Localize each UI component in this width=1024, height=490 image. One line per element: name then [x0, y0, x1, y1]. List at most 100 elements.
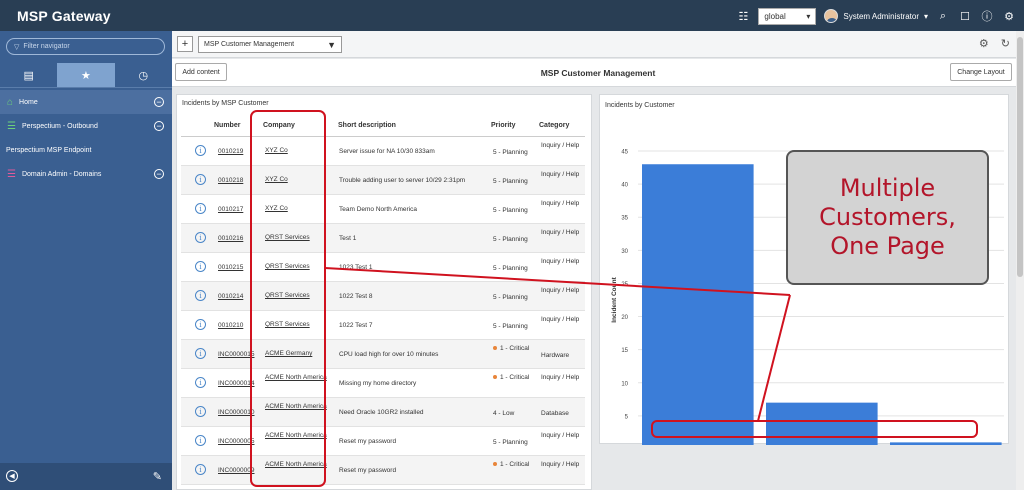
sidebar: ▽ Filter navigator ▤ ★ ◷ ⌂ Home − ☰ Pers…	[0, 31, 172, 490]
table-row[interactable]: i 0010219 XYZ Co Server issue for NA 10/30 …	[181, 137, 585, 166]
company-link[interactable]: XYZ Co	[265, 204, 327, 214]
domain-tree-icon[interactable]: ☷	[736, 9, 750, 23]
priority-text: 5 - Planning	[493, 439, 528, 446]
column-header-category[interactable]: Category	[539, 122, 569, 129]
table-row[interactable]: i INC0000015 ACME Germany CPU load high for…	[181, 340, 585, 369]
info-icon[interactable]: i	[195, 203, 206, 214]
sidebar-item-perspectium-outbound[interactable]: ☰ Perspectium - Outbound −	[0, 114, 172, 138]
search-icon[interactable]: ⌕	[936, 9, 950, 23]
table-row[interactable]: i INC0000009 ACME North America Reset my pa…	[181, 456, 585, 485]
sidebar-item-home[interactable]: ⌂ Home −	[0, 90, 172, 114]
info-icon[interactable]: i	[195, 348, 206, 359]
header-controls: ☷ global ▾ System Administrator ▾ ⌕ ☐ ⓘ …	[736, 6, 1016, 26]
incidents-widget: Incidents by MSP Customer Number Company…	[176, 94, 592, 490]
collapse-sidebar-icon[interactable]: ◀	[6, 470, 18, 482]
company-link[interactable]: ACME North America	[265, 460, 327, 470]
info-icon[interactable]: i	[195, 174, 206, 185]
column-header-company[interactable]: Company	[263, 122, 295, 129]
y-axis-label: Incident Count	[611, 276, 618, 322]
priority: 5 - Planning	[493, 293, 537, 303]
category: Inquiry / Help	[541, 287, 580, 294]
add-dashboard-button[interactable]: +	[177, 36, 193, 52]
chevron-down-icon: ▾	[806, 11, 811, 21]
table-row[interactable]: i INC0000014 ACME North America Missing my …	[181, 369, 585, 398]
incident-number-link[interactable]: INC0000010	[218, 409, 255, 416]
column-header-short-description[interactable]: Short description	[338, 122, 396, 129]
info-icon[interactable]: i	[195, 261, 206, 272]
chevron-down-icon: ▾	[923, 11, 928, 21]
incident-number-link[interactable]: INC0000005	[218, 438, 255, 445]
info-icon[interactable]: i	[195, 464, 206, 475]
short-description: 1022 Test 8	[339, 293, 373, 300]
category: Inquiry / Help	[541, 171, 580, 178]
scrollbar-thumb[interactable]	[1017, 37, 1023, 277]
tab-favorites[interactable]: ★	[57, 63, 115, 88]
short-description: CPU load high for over 10 minutes	[339, 351, 439, 358]
company-link[interactable]: QRST Services	[265, 291, 327, 301]
help-icon[interactable]: ⓘ	[980, 9, 994, 23]
remove-favorite-icon[interactable]: −	[154, 97, 164, 107]
filter-placeholder: Filter navigator	[23, 43, 70, 50]
avatar	[824, 9, 839, 23]
incident-number-link[interactable]: 0010214	[218, 293, 243, 300]
remove-favorite-icon[interactable]: −	[154, 121, 164, 131]
dashboard-select[interactable]: MSP Customer Management ▼	[198, 36, 342, 53]
info-icon[interactable]: i	[195, 290, 206, 301]
company-link[interactable]: XYZ Co	[265, 146, 327, 156]
sidebar-item-domain-admin[interactable]: ☰ Domain Admin - Domains −	[0, 162, 172, 186]
table-row[interactable]: i INC0000005 ACME North America Reset my pa…	[181, 427, 585, 456]
info-icon[interactable]: i	[195, 232, 206, 243]
user-menu[interactable]: System Administrator ▾	[824, 9, 928, 23]
table-row[interactable]: i 0010215 QRST Services 1023 Test 1 5 - Plan…	[181, 253, 585, 282]
incident-number-link[interactable]: INC0000015	[218, 351, 255, 358]
y-tick-label: 30	[621, 249, 628, 255]
table-row[interactable]: i 0010218 XYZ Co Trouble adding user to ser…	[181, 166, 585, 195]
incident-number-link[interactable]: 0010219	[218, 148, 243, 155]
company-link[interactable]: XYZ Co	[265, 175, 327, 185]
scope-select[interactable]: global ▾	[758, 7, 817, 25]
info-icon[interactable]: i	[195, 435, 206, 446]
tab-history[interactable]: ◷	[114, 63, 172, 88]
remove-favorite-icon[interactable]: −	[154, 169, 164, 179]
column-header-number[interactable]: Number	[214, 122, 240, 129]
sidebar-item-perspectium-msp-endpoint[interactable]: Perspectium MSP Endpoint	[0, 138, 172, 162]
incident-number-link[interactable]: 0010217	[218, 206, 243, 213]
filter-navigator-input[interactable]: ▽ Filter navigator	[6, 38, 165, 55]
category: Database	[541, 410, 569, 417]
incident-number-link[interactable]: 0010215	[218, 264, 243, 271]
company-link[interactable]: ACME North America	[265, 373, 327, 383]
critical-dot-icon	[493, 375, 497, 380]
tab-all-apps[interactable]: ▤	[0, 63, 58, 88]
incident-number-link[interactable]: INC0000014	[218, 380, 255, 387]
company-link[interactable]: QRST Services	[265, 320, 327, 330]
info-icon[interactable]: i	[195, 145, 206, 156]
incident-number-link[interactable]: 0010210	[218, 322, 243, 329]
change-layout-button[interactable]: Change Layout	[950, 63, 1012, 81]
company-link[interactable]: ACME North America	[265, 402, 327, 412]
column-header-priority[interactable]: Priority	[491, 122, 516, 129]
table-row[interactable]: i 0010214 QRST Services 1022 Test 8 5 - Plan…	[181, 282, 585, 311]
edit-icon[interactable]: ✎	[153, 470, 162, 483]
company-link[interactable]: QRST Services	[265, 262, 327, 272]
gear-icon[interactable]: ⚙	[1002, 9, 1016, 23]
info-icon[interactable]: i	[195, 377, 206, 388]
chat-icon[interactable]: ☐	[958, 9, 972, 23]
incident-number-link[interactable]: 0010216	[218, 235, 243, 242]
table-row[interactable]: i 0010216 QRST Services Test 1 5 - Planning I…	[181, 224, 585, 253]
info-icon[interactable]: i	[195, 406, 206, 417]
company-link[interactable]: QRST Services	[265, 233, 327, 243]
chevron-down-icon: ▼	[327, 39, 336, 50]
priority-text: 5 - Planning	[493, 294, 528, 301]
table-row[interactable]: i INC0000010 ACME North America Need Oracle…	[181, 398, 585, 427]
company-link[interactable]: ACME North America	[265, 431, 327, 441]
settings-icon[interactable]: ⚙	[979, 37, 989, 50]
company-link[interactable]: ACME Germany	[265, 349, 327, 359]
refresh-icon[interactable]: ↻	[1001, 37, 1010, 50]
table-row[interactable]: i 0010210 QRST Services 1022 Test 7 5 - Plan…	[181, 311, 585, 340]
page-scrollbar[interactable]	[1016, 31, 1024, 490]
incident-number-link[interactable]: 0010218	[218, 177, 243, 184]
table-row[interactable]: i 0010217 XYZ Co Team Demo North America 5 -…	[181, 195, 585, 224]
incident-number-link[interactable]: INC0000009	[218, 467, 255, 474]
sidebar-item-label: Perspectium MSP Endpoint	[6, 146, 92, 154]
info-icon[interactable]: i	[195, 319, 206, 330]
